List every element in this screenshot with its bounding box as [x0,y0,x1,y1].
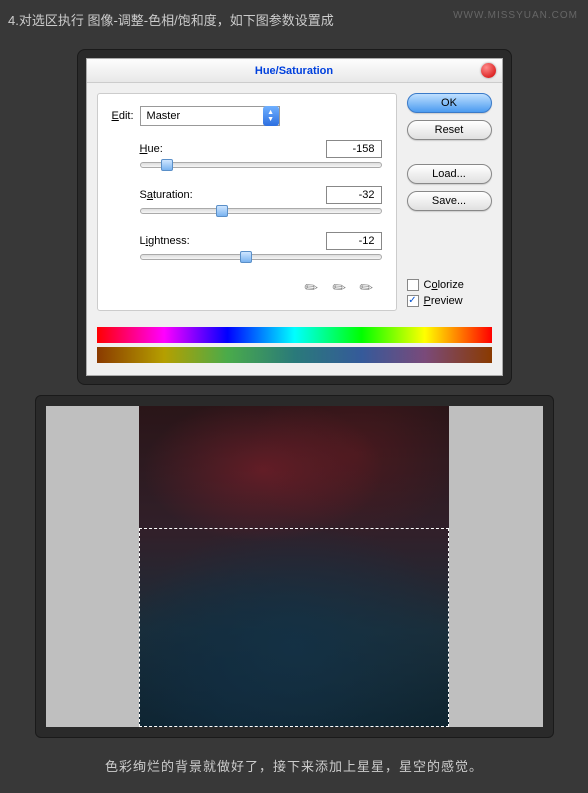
ok-button[interactable]: OK [407,93,492,113]
edit-dropdown[interactable]: Master ▲▼ [140,106,280,126]
eyedropper-icon[interactable]: ✎ [300,276,323,300]
titlebar: Hue/Saturation [87,59,502,83]
load-button[interactable]: Load... [407,164,492,184]
hue-thumb[interactable] [161,159,173,171]
nebula-image [139,406,449,727]
dropdown-arrows-icon[interactable]: ▲▼ [263,106,279,126]
controls-panel: Edit: Master ▲▼ Hue: [97,93,397,311]
hue-label: Hue: [140,143,163,155]
saturation-label: Saturation: [140,189,193,201]
edit-label: Edit: [112,110,134,122]
saturation-thumb[interactable] [216,205,228,217]
hue-group: Hue: [140,140,382,168]
watermark: WWW.MISSYUAN.COM [453,10,578,21]
canvas-area [46,406,543,727]
hue-spectrum [97,327,492,343]
eyedropper-row: ✎ ✎ ✎ [112,278,382,298]
saturation-group: Saturation: [140,186,382,214]
preview-label: Preview [424,295,463,307]
lightness-group: Lightness: [140,232,382,260]
colorize-label: Colorize [424,279,464,291]
close-icon[interactable] [481,63,496,78]
preview-checkbox[interactable]: ✓ [407,295,419,307]
lightness-slider[interactable] [140,254,382,260]
eyedropper-minus-icon[interactable]: ✎ [355,276,378,300]
reset-button[interactable]: Reset [407,120,492,140]
saturation-slider[interactable] [140,208,382,214]
instruction-bottom: 色彩绚烂的背景就做好了，接下来添加上星星，星空的感觉。 [0,738,588,793]
lightness-label: Lightness: [140,235,190,247]
dialog-title: Hue/Saturation [255,65,333,77]
eyedropper-plus-icon[interactable]: ✎ [328,276,351,300]
hue-slider[interactable] [140,162,382,168]
colorize-checkbox[interactable] [407,279,419,291]
hue-input[interactable] [326,140,382,158]
dialog-frame: Hue/Saturation Edit: Master ▲▼ Hue: [77,49,512,385]
lightness-input[interactable] [326,232,382,250]
preview-frame [35,395,554,738]
marquee-selection [139,528,449,727]
lightness-thumb[interactable] [240,251,252,263]
edit-value: Master [147,110,181,122]
button-column: OK Reset Load... Save... Colorize ✓ Prev… [407,93,492,311]
hue-saturation-dialog: Hue/Saturation Edit: Master ▲▼ Hue: [86,58,503,376]
save-button[interactable]: Save... [407,191,492,211]
gradient-preview [87,321,502,375]
saturation-input[interactable] [326,186,382,204]
shifted-spectrum [97,347,492,363]
